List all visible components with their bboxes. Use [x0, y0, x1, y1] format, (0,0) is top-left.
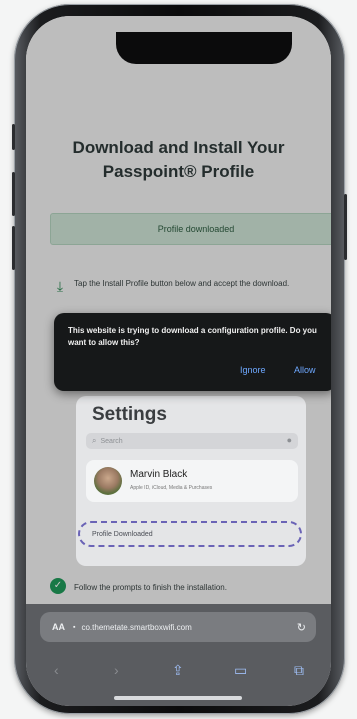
search-icon: ⌕ [92, 436, 97, 445]
reader-aa-button[interactable]: AA [52, 622, 65, 632]
search-placeholder: Search [100, 437, 123, 445]
mic-icon: ● [286, 435, 292, 445]
profile-subtitle: Apple ID, iCloud, Media & Purchases [130, 485, 213, 491]
profile-downloaded-label: Profile Downloaded [92, 530, 153, 538]
settings-search-bar: ⌕ Search ● [86, 433, 298, 449]
phone-screen: Download and Install Your Passpoint® Pro… [26, 16, 331, 706]
bookmarks-icon[interactable]: ▭ [234, 662, 247, 679]
side-button [344, 194, 347, 260]
settings-title: Settings [92, 404, 167, 425]
avatar [94, 467, 122, 495]
allow-button[interactable]: Allow [294, 365, 316, 375]
side-button [12, 124, 15, 150]
reload-icon[interactable]: ↻ [297, 621, 306, 634]
side-button [12, 226, 15, 270]
home-indicator [114, 696, 242, 700]
tabs-icon[interactable]: ⧉ [294, 662, 304, 679]
back-icon[interactable]: ‹ [54, 662, 59, 678]
ignore-button[interactable]: Ignore [240, 365, 266, 375]
apple-id-row: Marvin Black Apple ID, iCloud, Media & P… [86, 460, 298, 502]
settings-preview-card: Settings ⌕ Search ● Marvin Black Apple I… [76, 396, 306, 566]
profile-name: Marvin Black [130, 469, 188, 480]
url-text: co.themetate.smartboxwifi.com [81, 622, 192, 632]
notch [116, 32, 292, 64]
safari-bottom-bar: AA ▪ co.themetate.smartboxwifi.com ↻ ‹ ›… [26, 604, 331, 706]
address-bar[interactable]: AA ▪ co.themetate.smartboxwifi.com ↻ [40, 612, 316, 642]
forward-icon[interactable]: › [114, 662, 119, 678]
side-button [12, 172, 15, 216]
share-icon[interactable]: ⇪ [172, 662, 184, 679]
lock-icon: ▪ [73, 623, 76, 631]
profile-downloaded-row: Profile Downloaded [78, 521, 302, 547]
download-profile-alert: This website is trying to download a con… [54, 313, 331, 391]
alert-message: This website is trying to download a con… [68, 326, 317, 347]
